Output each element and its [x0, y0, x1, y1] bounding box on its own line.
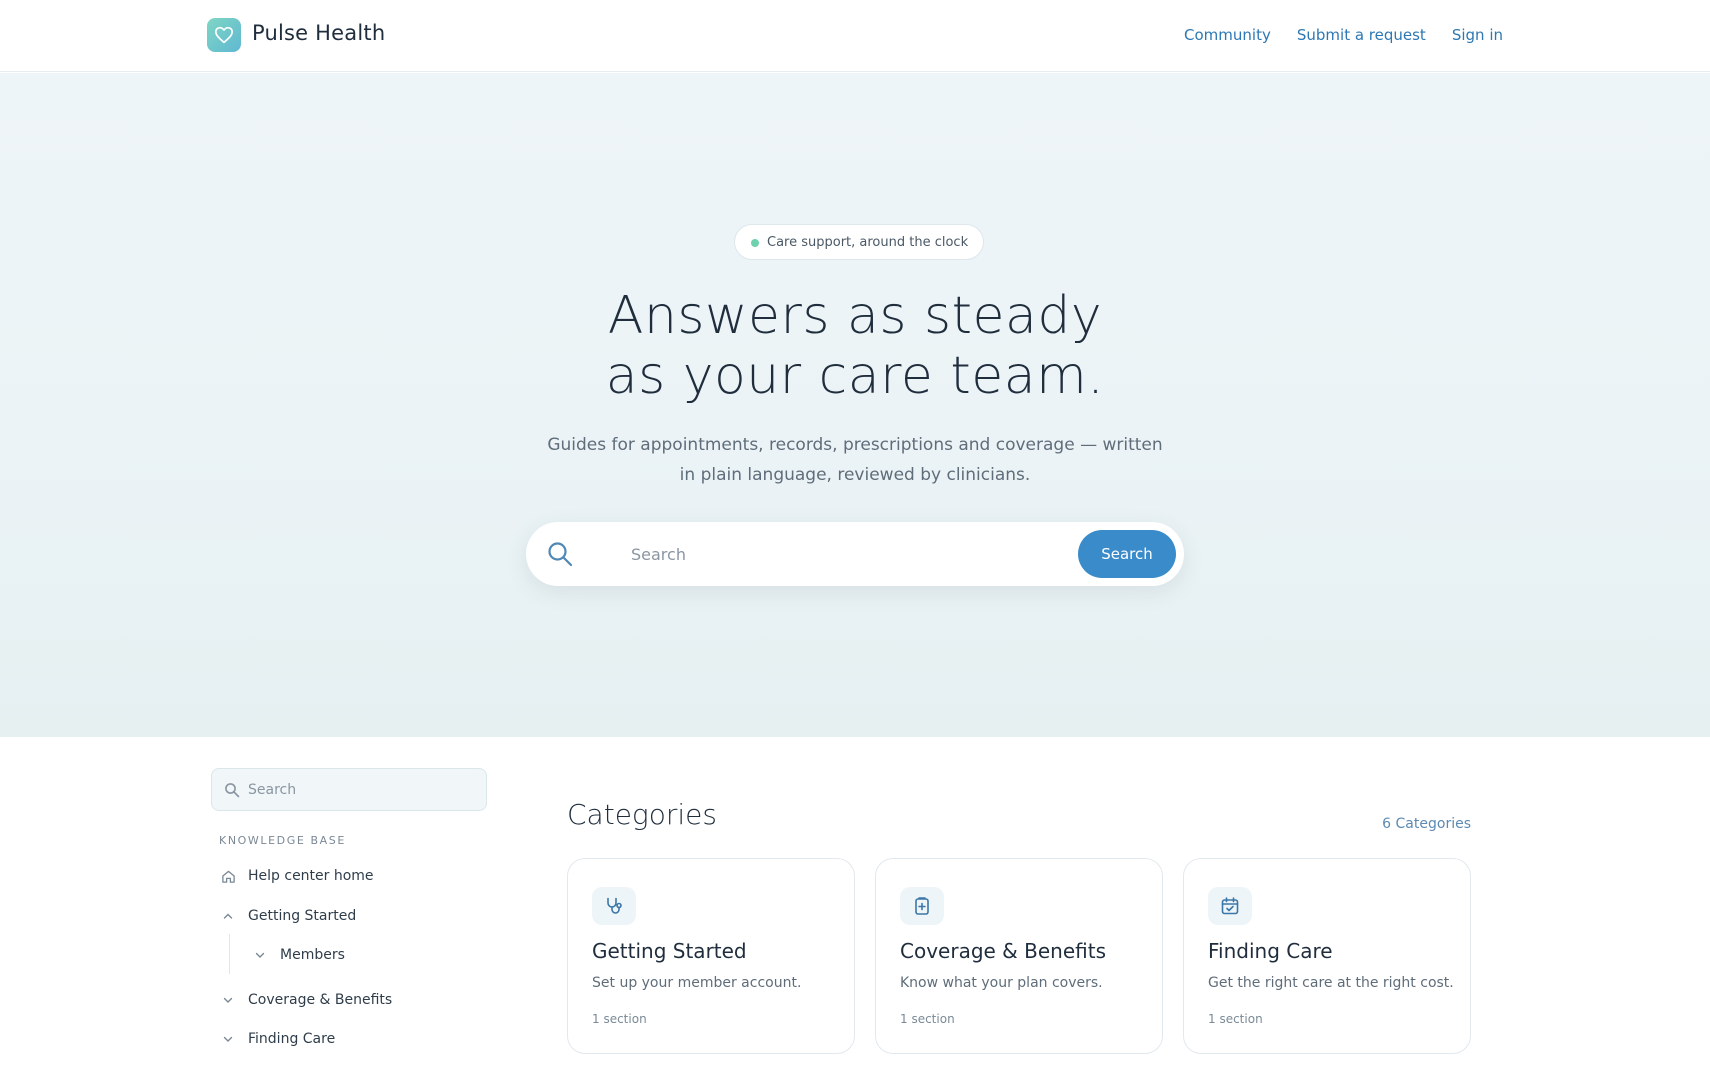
- card-description: Get the right care at the right cost.: [1208, 975, 1454, 991]
- hero-search-button[interactable]: Search: [1078, 530, 1176, 578]
- chevron-down-icon: [220, 992, 236, 1008]
- sidebar-item-label: Coverage & Benefits: [248, 992, 393, 1008]
- sidebar-item-label: Members: [280, 947, 345, 963]
- sidebar-item-label: Getting Started: [248, 908, 357, 924]
- card-title: Getting Started: [592, 939, 747, 963]
- status-dot: [751, 239, 759, 247]
- brand-name[interactable]: Pulse Health: [252, 21, 385, 45]
- categories-count: 6 Categories: [1382, 816, 1471, 832]
- category-card-coverage-benefits[interactable]: Coverage & Benefits Know what your plan …: [875, 858, 1163, 1054]
- card-section-count: 1 section: [592, 1012, 647, 1026]
- card-section-count: 1 section: [900, 1012, 955, 1026]
- categories-title: Categories: [567, 798, 717, 831]
- hero-search-input[interactable]: [631, 538, 1051, 570]
- sidebar-item-getting-started[interactable]: Getting Started: [220, 908, 356, 924]
- sidebar-item-label: Finding Care: [248, 1031, 336, 1047]
- category-card-getting-started[interactable]: Getting Started Set up your member accou…: [567, 858, 855, 1054]
- sidebar-search-input[interactable]: [248, 779, 468, 801]
- search-icon: [224, 782, 240, 802]
- card-title: Coverage & Benefits: [900, 939, 1106, 963]
- sidebar-item-label: Help center home: [248, 868, 374, 884]
- nav-community-link[interactable]: Community: [1184, 26, 1271, 44]
- chevron-down-icon: [220, 1031, 236, 1047]
- site-header: Pulse Health Community Submit a request …: [0, 0, 1710, 72]
- heart-icon[interactable]: [207, 18, 241, 52]
- hero-subtitle: Guides for appointments, records, prescr…: [547, 435, 1163, 485]
- home-icon: [220, 868, 236, 884]
- top-nav: Community Submit a request Sign in: [1184, 26, 1503, 44]
- nav-sign-in-link[interactable]: Sign in: [1452, 26, 1503, 44]
- hero-title-line1: Answers as steady: [607, 286, 1103, 346]
- calendar-check-icon: [1208, 887, 1252, 925]
- card-description: Set up your member account.: [592, 975, 802, 991]
- support-badge: Care support, around the clock: [734, 224, 985, 260]
- sidebar-item-finding-care[interactable]: Finding Care: [220, 1031, 335, 1047]
- stethoscope-icon: [592, 887, 636, 925]
- tree-guide-line: [229, 934, 230, 974]
- hero-search-bar: Search: [526, 522, 1184, 586]
- hero-title: Answers as steady as your care team.: [0, 286, 1710, 406]
- category-card-finding-care[interactable]: Finding Care Get the right care at the r…: [1183, 858, 1471, 1054]
- medical-document-icon: [900, 887, 944, 925]
- chevron-up-icon: [220, 908, 236, 924]
- nav-submit-request-link[interactable]: Submit a request: [1297, 26, 1426, 44]
- sidebar-item-members[interactable]: Members: [252, 947, 345, 963]
- card-section-count: 1 section: [1208, 1012, 1263, 1026]
- knowledge-base-label: KNOWLEDGE BASE: [219, 834, 346, 847]
- card-title: Finding Care: [1208, 939, 1333, 963]
- search-icon: [546, 540, 574, 572]
- hero-title-line2: as your care team.: [605, 346, 1105, 406]
- sidebar-search: [211, 768, 487, 811]
- sidebar-item-help-center-home[interactable]: Help center home: [220, 868, 374, 884]
- support-badge-text: Care support, around the clock: [767, 234, 969, 250]
- card-description: Know what your plan covers.: [900, 975, 1103, 991]
- sidebar-item-coverage-benefits[interactable]: Coverage & Benefits: [220, 992, 392, 1008]
- chevron-down-icon: [252, 947, 268, 963]
